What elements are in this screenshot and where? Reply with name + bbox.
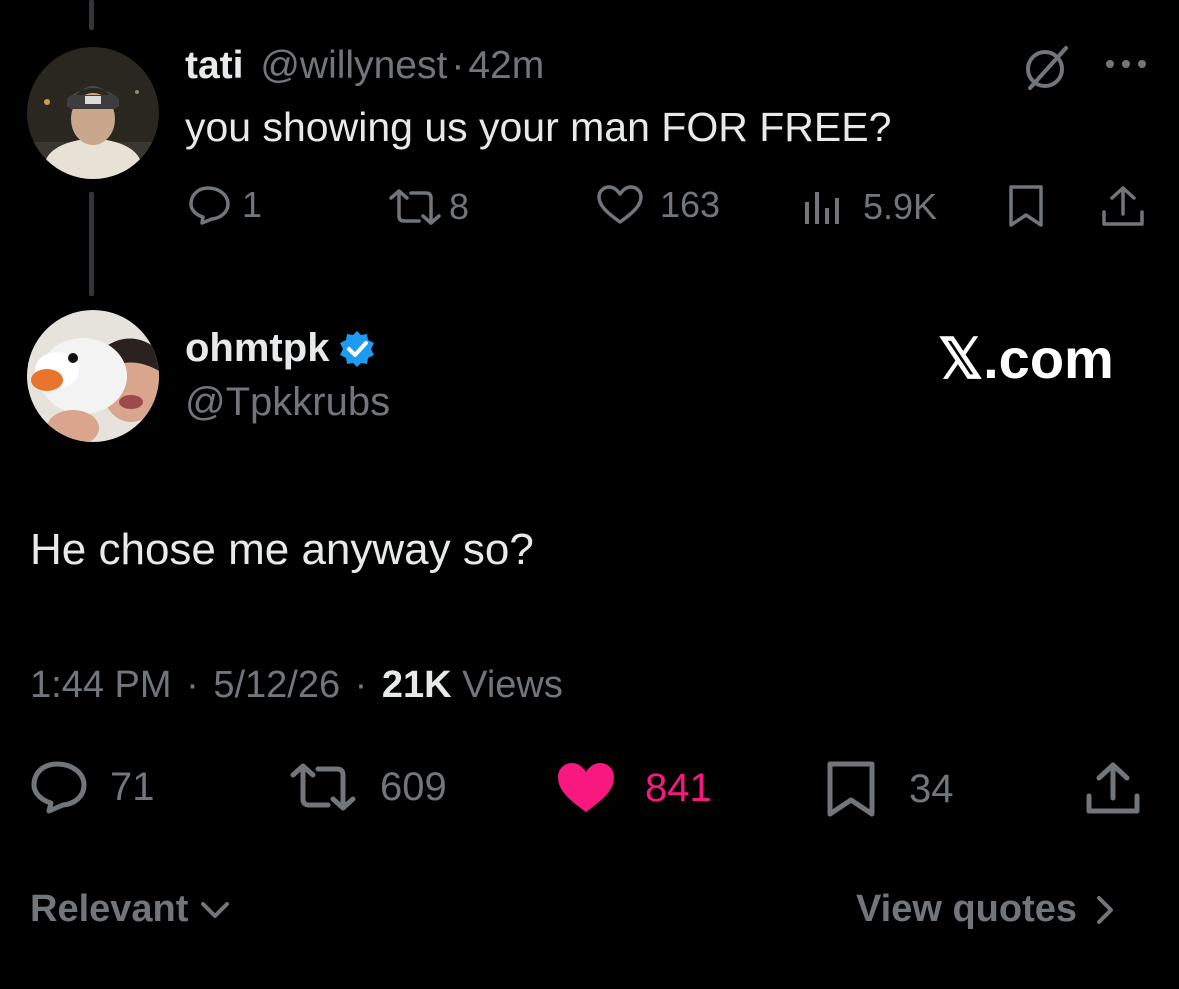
view-quotes-link[interactable]: View quotes xyxy=(856,888,1117,931)
heart-filled-icon xyxy=(558,763,614,812)
thread-line-middle xyxy=(89,192,94,296)
display-name[interactable]: tati xyxy=(185,44,244,87)
main-bookmark-count: 34 xyxy=(909,766,954,811)
main-reply-button[interactable]: 71 xyxy=(30,760,155,814)
more-options-icon[interactable] xyxy=(1104,58,1148,70)
share-icon xyxy=(1102,186,1144,226)
handle[interactable]: @willynest xyxy=(260,44,447,87)
bookmark-icon xyxy=(827,761,875,817)
avatar-ohmtpk[interactable] xyxy=(27,310,159,442)
analytics-icon xyxy=(805,192,839,224)
verified-badge-icon xyxy=(340,330,375,367)
views-label: Views xyxy=(462,664,563,706)
main-like-count: 841 xyxy=(645,765,712,810)
heart-icon xyxy=(597,185,643,224)
views-count: 5.9K xyxy=(863,186,938,227)
reply-button[interactable]: 1 xyxy=(188,184,262,226)
reply-count: 1 xyxy=(242,184,263,225)
x-watermark: 𝕏.com xyxy=(938,327,1114,390)
meta-separator: · xyxy=(354,664,368,706)
share-icon xyxy=(1086,762,1140,814)
repost-icon xyxy=(389,189,441,225)
tweet-meta: 1:44 PM · 5/12/26 · 21K Views xyxy=(30,664,563,707)
bookmark-button[interactable] xyxy=(1006,184,1046,228)
bookmark-icon xyxy=(1009,185,1043,227)
avatar-tati[interactable] xyxy=(27,47,159,179)
views-count: 21K xyxy=(381,664,452,706)
tweet-date[interactable]: 5/12/26 xyxy=(213,664,340,706)
separator: · xyxy=(451,44,465,87)
avatar-ohmtpk-image xyxy=(27,310,159,442)
meta-separator: · xyxy=(186,664,199,706)
like-button[interactable]: 163 xyxy=(596,184,720,226)
main-share-button[interactable] xyxy=(1083,760,1143,816)
repost-count: 8 xyxy=(449,186,470,227)
thread-line-top xyxy=(89,0,94,30)
main-repost-button[interactable]: 609 xyxy=(288,762,447,812)
time-ago[interactable]: 42m xyxy=(468,44,544,87)
author-handle[interactable]: @Tpkkrubs xyxy=(185,380,390,425)
main-repost-count: 609 xyxy=(380,764,447,809)
reply-header: tati @willynest · 42m xyxy=(185,44,544,88)
repost-icon xyxy=(290,763,356,811)
main-like-button[interactable]: 841 xyxy=(555,760,712,816)
main-reply-count: 71 xyxy=(110,764,155,809)
views-button[interactable]: 5.9K xyxy=(803,186,937,228)
reply-icon xyxy=(31,761,87,814)
avatar-tati-image xyxy=(27,47,159,179)
main-bookmark-button[interactable]: 34 xyxy=(825,760,954,818)
grok-icon[interactable] xyxy=(1022,42,1072,92)
sort-label: Relevant xyxy=(30,888,189,930)
tweet-text: He chose me anyway so? xyxy=(30,525,534,574)
sort-dropdown[interactable]: Relevant xyxy=(30,888,232,931)
author-name-row: ohmtpk xyxy=(185,326,377,371)
repost-button[interactable]: 8 xyxy=(387,186,469,228)
display-name[interactable]: ohmtpk xyxy=(185,326,329,371)
chevron-down-icon xyxy=(201,901,230,918)
chevron-right-icon xyxy=(1097,895,1114,924)
share-button[interactable] xyxy=(1100,184,1146,228)
reply-text: you showing us your man FOR FREE? xyxy=(185,104,892,150)
view-quotes-label: View quotes xyxy=(856,888,1078,930)
like-count: 163 xyxy=(660,184,721,225)
reply-icon xyxy=(189,186,230,225)
tweet-time[interactable]: 1:44 PM xyxy=(30,664,172,706)
